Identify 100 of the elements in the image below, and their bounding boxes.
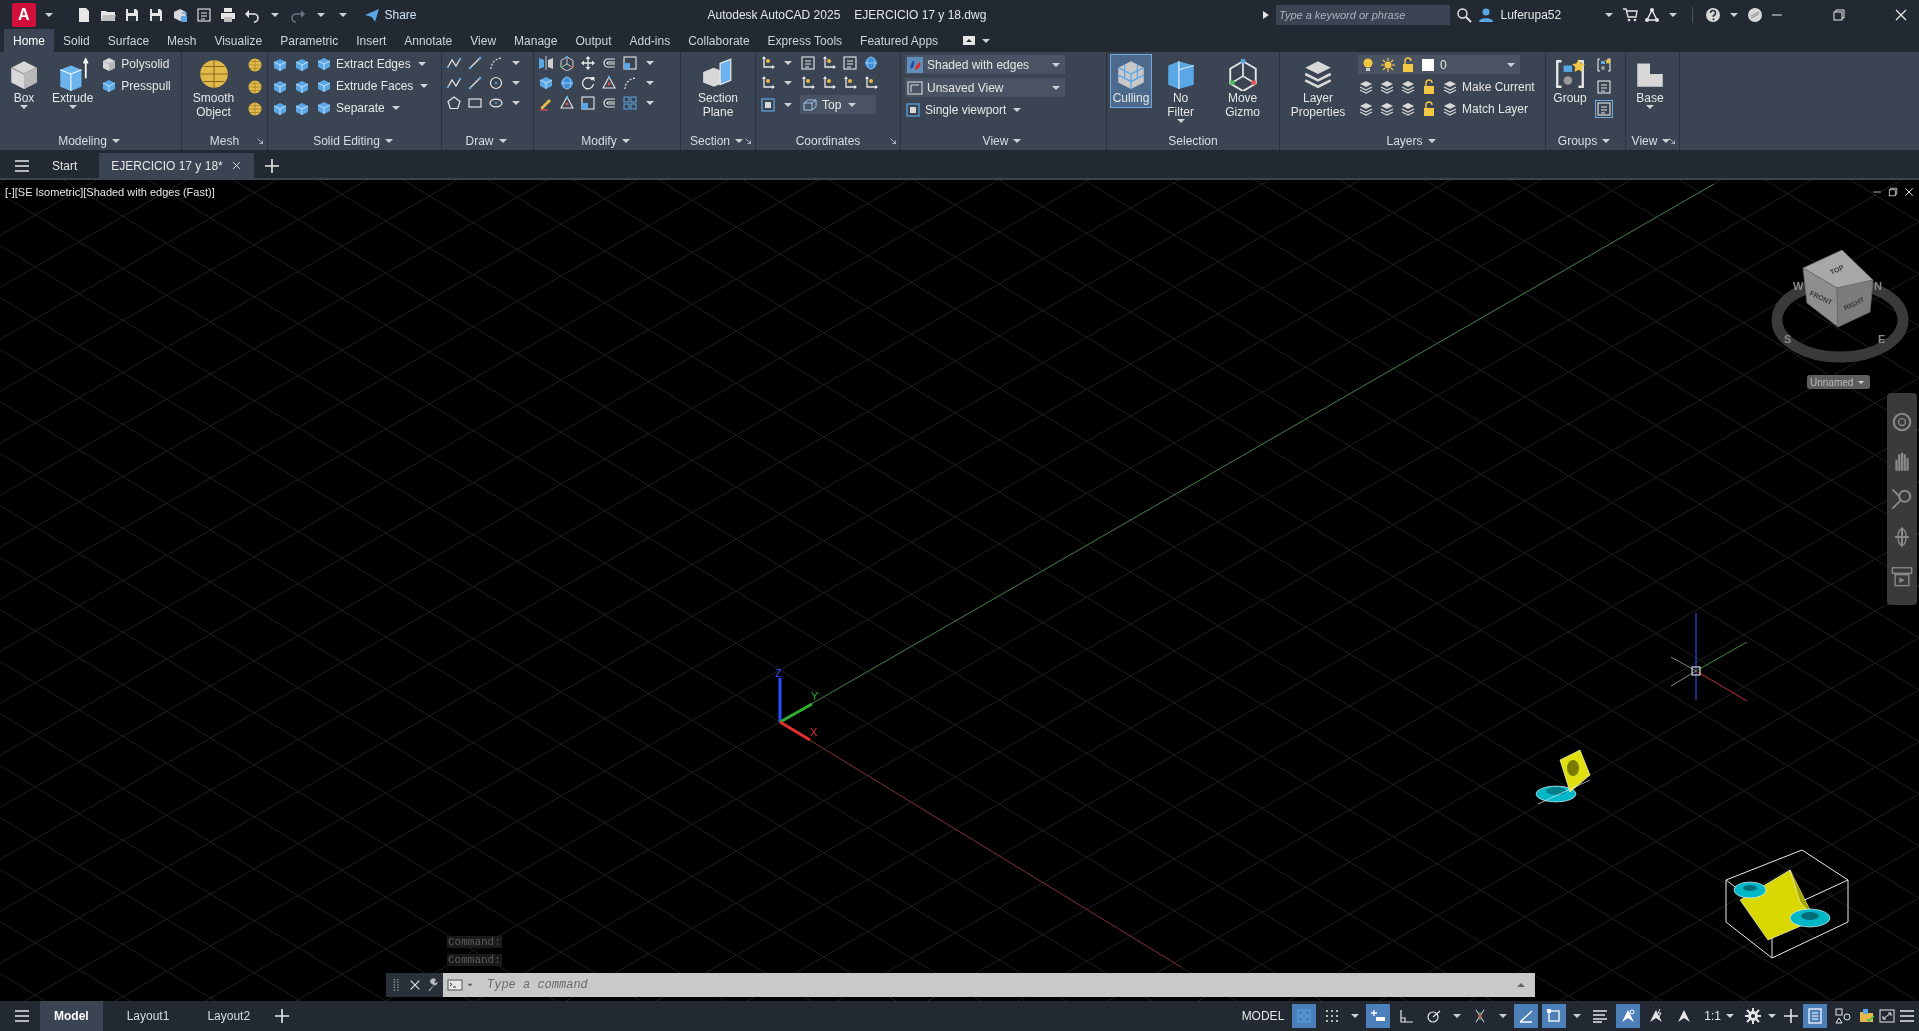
arc-icon[interactable] bbox=[488, 55, 504, 71]
layers-icon[interactable] bbox=[1379, 101, 1395, 117]
tool-button[interactable]: Smooth Object bbox=[186, 55, 241, 121]
floppy-icon[interactable] bbox=[147, 6, 164, 23]
frame-icon[interactable] bbox=[842, 55, 858, 71]
caret-icon[interactable] bbox=[784, 81, 792, 85]
search-field[interactable]: Type a keyword or phrase bbox=[1276, 4, 1451, 25]
frame-icon[interactable] bbox=[1596, 101, 1612, 117]
line-icon[interactable] bbox=[467, 55, 483, 71]
fullscreen-icon[interactable] bbox=[1879, 1008, 1895, 1024]
ribbon-tab[interactable]: Mesh bbox=[158, 29, 206, 52]
caret-icon[interactable] bbox=[1453, 1014, 1462, 1018]
tool-button[interactable]: Layer Properties bbox=[1284, 55, 1352, 121]
menu-icon[interactable] bbox=[14, 1008, 30, 1024]
annotation-scale-button[interactable]: 1:1 bbox=[1700, 1004, 1741, 1028]
axes-icon[interactable] bbox=[760, 55, 776, 71]
frame-icon[interactable] bbox=[800, 55, 816, 71]
rectangle-icon[interactable] bbox=[467, 95, 483, 111]
menu-icon[interactable] bbox=[14, 157, 30, 174]
axes-icon[interactable] bbox=[842, 75, 858, 91]
caret-icon[interactable] bbox=[784, 102, 792, 107]
mirror-icon[interactable] bbox=[538, 55, 554, 71]
printer-icon[interactable] bbox=[219, 6, 236, 23]
ribbon-tab[interactable]: Surface bbox=[98, 29, 159, 52]
status-toggle[interactable] bbox=[1803, 1004, 1827, 1028]
model-space-button[interactable]: MODEL bbox=[1237, 1004, 1289, 1028]
scale-icon[interactable] bbox=[580, 95, 596, 111]
panel-title[interactable]: Groups bbox=[1557, 134, 1614, 148]
triangle-icon[interactable] bbox=[601, 75, 617, 91]
panel-title[interactable]: Modeling bbox=[58, 134, 123, 148]
ribbon-tab[interactable]: Collaborate bbox=[679, 29, 759, 52]
launcher-icon[interactable] bbox=[888, 136, 898, 146]
gizmo-icon[interactable] bbox=[559, 55, 575, 71]
axes-icon[interactable] bbox=[821, 55, 837, 71]
panel-title[interactable]: Coordinates bbox=[795, 134, 861, 148]
caret-icon[interactable] bbox=[316, 12, 325, 17]
caret-icon[interactable] bbox=[270, 12, 279, 17]
axes-icon[interactable] bbox=[800, 75, 816, 91]
zoom-icon[interactable] bbox=[1891, 487, 1913, 510]
panel-title[interactable]: Section bbox=[690, 134, 746, 148]
tool-button[interactable]: Extrude Faces bbox=[316, 77, 432, 95]
visual-style-dropdown[interactable]: Shaded with edges bbox=[905, 55, 1065, 74]
line-icon[interactable] bbox=[467, 75, 483, 91]
layout-tab[interactable]: Layout1 bbox=[112, 1001, 184, 1031]
tool-button[interactable]: Polysolid bbox=[101, 55, 171, 73]
layers-icon[interactable] bbox=[1400, 101, 1416, 117]
ribbon-tab[interactable]: Insert bbox=[347, 29, 396, 52]
search-icon[interactable] bbox=[1456, 6, 1473, 23]
ribbon-tab[interactable]: Home bbox=[4, 29, 54, 52]
tool-button[interactable]: Single viewport bbox=[905, 101, 1025, 119]
tool-button[interactable]: Section Plane bbox=[685, 55, 751, 121]
caret-icon[interactable] bbox=[512, 61, 520, 65]
tool-button[interactable]: Extract Edges bbox=[316, 55, 432, 73]
globe-icon[interactable] bbox=[863, 55, 879, 71]
view-dropdown[interactable]: Top bbox=[800, 95, 876, 114]
caret-icon[interactable] bbox=[1351, 1014, 1360, 1018]
globe-icon[interactable] bbox=[559, 75, 575, 91]
caret-icon[interactable] bbox=[1730, 12, 1739, 17]
offset-icon[interactable] bbox=[601, 55, 617, 71]
cube-icon[interactable] bbox=[294, 101, 310, 117]
status-toggle[interactable] bbox=[1616, 1004, 1641, 1028]
tool-button[interactable]: Separate bbox=[316, 99, 432, 117]
circle-icon[interactable] bbox=[488, 75, 504, 91]
lock-icon[interactable] bbox=[1421, 101, 1437, 117]
cube-icon[interactable] bbox=[294, 79, 310, 95]
viewport-control[interactable]: [Shaded with edges (Fast)] bbox=[83, 186, 215, 198]
tool-button[interactable]: Culling bbox=[1111, 55, 1151, 107]
restore-icon[interactable] bbox=[1887, 186, 1899, 198]
panel-title[interactable]: Draw bbox=[465, 134, 510, 148]
showmotion-icon[interactable] bbox=[1891, 564, 1913, 587]
tool-button[interactable]: Group bbox=[1550, 55, 1590, 107]
panel-title[interactable]: Solid Editing bbox=[313, 134, 396, 148]
layers-icon[interactable] bbox=[1400, 79, 1416, 95]
layout-tab[interactable]: Layout2 bbox=[193, 1001, 265, 1031]
arc-icon[interactable] bbox=[622, 75, 638, 91]
tool-button[interactable]: Extrude bbox=[50, 55, 96, 111]
viewport-control[interactable]: [-] bbox=[5, 186, 15, 198]
viewport-control[interactable]: [SE Isometric] bbox=[14, 186, 84, 198]
caret-icon[interactable] bbox=[646, 101, 654, 105]
menu-icon[interactable] bbox=[1899, 1008, 1915, 1024]
viewport-icon[interactable] bbox=[760, 96, 776, 113]
caret-icon[interactable] bbox=[512, 101, 520, 105]
folder-check-icon[interactable] bbox=[1859, 1008, 1875, 1024]
caret-icon[interactable] bbox=[646, 61, 654, 65]
cube-icon[interactable] bbox=[294, 57, 310, 73]
ribbon-tab[interactable]: View bbox=[461, 29, 506, 52]
ribbon-tab[interactable]: Solid bbox=[54, 29, 99, 52]
ribbon-tab[interactable]: Output bbox=[566, 29, 621, 52]
plus-icon[interactable] bbox=[263, 157, 280, 174]
restore-icon[interactable] bbox=[1831, 6, 1848, 23]
panel-title[interactable]: View bbox=[1631, 134, 1674, 148]
panel-title[interactable]: Modify bbox=[581, 134, 633, 148]
panel-title[interactable]: Layers bbox=[1386, 134, 1439, 148]
frame-icon[interactable] bbox=[195, 6, 212, 23]
tool-button[interactable]: Presspull bbox=[101, 77, 171, 95]
status-toggle[interactable] bbox=[1292, 1004, 1317, 1028]
caret-icon[interactable] bbox=[1605, 12, 1614, 17]
ribbon-tab[interactable]: Annotate bbox=[395, 29, 462, 52]
nodes-icon[interactable] bbox=[1644, 6, 1661, 23]
layer-dropdown[interactable]: 0 bbox=[1358, 55, 1520, 74]
